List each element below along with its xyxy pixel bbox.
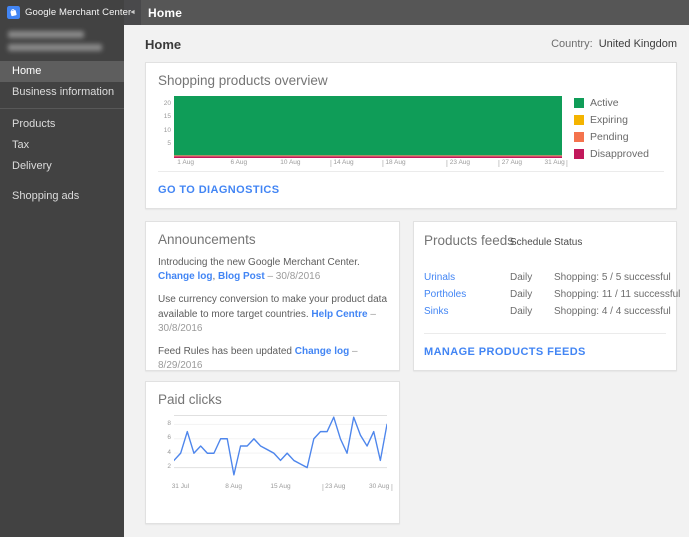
feed-status: Shopping: 11 / 11 successful: [554, 289, 680, 300]
feed-link-portholes[interactable]: Portholes: [424, 289, 510, 300]
country-indicator: Country: United Kingdom: [551, 38, 677, 50]
page-title: Home: [145, 37, 181, 52]
sidebar-item-shopping-ads[interactable]: Shopping ads: [0, 186, 124, 207]
sidebar-nav: Home Business information Products Tax D…: [0, 61, 124, 207]
overview-y-axis: 2015105: [158, 96, 174, 158]
feeds-col-schedule: Schedule: [510, 237, 554, 248]
merchant-center-logo-icon: [7, 6, 20, 19]
legend-item-expiring: Expiring: [574, 114, 664, 126]
paid-clicks-card: Paid clicks 8642 31 Jul8 Aug15 Aug23 Aug…: [145, 381, 400, 524]
sidebar-item-home[interactable]: Home: [0, 61, 124, 82]
overview-area-plot: [174, 96, 562, 158]
feed-status: Shopping: 4 / 4 successful: [554, 306, 680, 317]
announcement-date: – 30/8/2016: [265, 271, 321, 282]
page-header: Home Country: United Kingdom: [145, 33, 677, 55]
account-name-blurred: [8, 31, 84, 38]
paid-clicks-y-axis: 8642: [158, 415, 174, 482]
overview-x-axis: 1 Aug6 Aug10 Aug14 Aug18 Aug23 Aug27 Aug…: [174, 158, 562, 170]
feed-link-sinks[interactable]: Sinks: [424, 306, 510, 317]
overview-chart: 2015105 1 Aug6 Aug10 Aug14 Aug18 Aug23 A…: [158, 96, 664, 170]
feed-schedule: Daily: [510, 289, 554, 300]
feed-link-urinals[interactable]: Urinals: [424, 272, 510, 283]
legend-swatch-pending: [574, 132, 584, 142]
country-label: Country:: [551, 38, 593, 50]
feeds-header: Products feeds Schedule Status: [424, 233, 666, 248]
paid-clicks-x-axis: 31 Jul8 Aug15 Aug23 Aug30 Aug: [174, 482, 387, 494]
announcement-item: Feed Rules has been updated Change log –…: [158, 345, 387, 373]
go-to-diagnostics-link[interactable]: GO TO DIAGNOSTICS: [158, 184, 280, 196]
paid-clicks-line-plot: [174, 415, 387, 482]
legend-swatch-disapproved: [574, 149, 584, 159]
blog-post-link[interactable]: Blog Post: [218, 271, 265, 282]
announcements-card-title: Announcements: [158, 232, 387, 247]
sidebar: Google Merchant Center Home Business inf…: [0, 0, 124, 537]
feeds-card-footer: MANAGE PRODUCTS FEEDS: [424, 333, 666, 362]
announcements-list: Introducing the new Google Merchant Cent…: [158, 256, 387, 382]
brand: Google Merchant Center: [0, 0, 124, 25]
sidebar-item-business-information[interactable]: Business information: [0, 82, 124, 103]
announcement-text: Feed Rules has been updated: [158, 346, 295, 357]
feeds-card-title: Products feeds: [424, 233, 510, 248]
legend-item-active: Active: [574, 97, 664, 109]
brand-name: Google Merchant Center: [25, 7, 131, 18]
paid-clicks-card-title: Paid clicks: [158, 392, 387, 407]
feed-status: Shopping: 5 / 5 successful: [554, 272, 680, 283]
sidebar-item-delivery[interactable]: Delivery: [0, 156, 124, 177]
announcement-item: Introducing the new Google Merchant Cent…: [158, 256, 387, 284]
legend-label-active: Active: [590, 97, 619, 109]
account-info-redacted: [0, 25, 124, 61]
legend-item-disapproved: Disapproved: [574, 148, 664, 160]
main-content: Home Country: United Kingdom Shopping pr…: [124, 25, 689, 537]
feed-schedule: Daily: [510, 272, 554, 283]
sidebar-item-products[interactable]: Products: [0, 114, 124, 135]
legend-item-pending: Pending: [574, 131, 664, 143]
overview-legend: Active Expiring Pending Disapproved: [562, 96, 664, 170]
feeds-col-status: Status: [554, 237, 666, 248]
feeds-table: Urinals Daily Shopping: 5 / 5 successful…: [424, 272, 666, 317]
announcement-text: Introducing the new Google Merchant Cent…: [158, 257, 360, 268]
paid-clicks-chart: 8642 31 Jul8 Aug15 Aug23 Aug30 Aug: [158, 415, 387, 494]
change-log-link[interactable]: Change log: [158, 271, 212, 282]
sidebar-divider: [0, 108, 124, 109]
topbar-title: Home: [148, 6, 182, 20]
legend-swatch-expiring: [574, 115, 584, 125]
products-feeds-card: Products feeds Schedule Status Urinals D…: [413, 221, 677, 371]
legend-label-expiring: Expiring: [590, 114, 628, 126]
legend-label-pending: Pending: [590, 131, 629, 143]
sidebar-item-tax[interactable]: Tax: [0, 135, 124, 156]
manage-products-feeds-link[interactable]: MANAGE PRODUCTS FEEDS: [424, 346, 586, 358]
announcement-item: Use currency conversion to make your pro…: [158, 293, 387, 336]
change-log-link[interactable]: Change log: [295, 346, 349, 357]
legend-label-disapproved: Disapproved: [590, 148, 649, 160]
announcements-card: Announcements Introducing the new Google…: [145, 221, 400, 371]
overview-card-footer: GO TO DIAGNOSTICS: [158, 171, 664, 200]
country-value: United Kingdom: [599, 38, 677, 50]
overview-card-title: Shopping products overview: [158, 73, 664, 88]
google-merchant-center-app: Google Merchant Center Home Business inf…: [0, 0, 689, 537]
feed-schedule: Daily: [510, 306, 554, 317]
topbar: ◄ Home: [124, 0, 689, 25]
legend-swatch-active: [574, 98, 584, 108]
help-centre-link[interactable]: Help Centre: [311, 309, 367, 320]
account-id-blurred: [8, 44, 102, 51]
shopping-products-overview-card: Shopping products overview 2015105 1 Aug…: [145, 62, 677, 209]
